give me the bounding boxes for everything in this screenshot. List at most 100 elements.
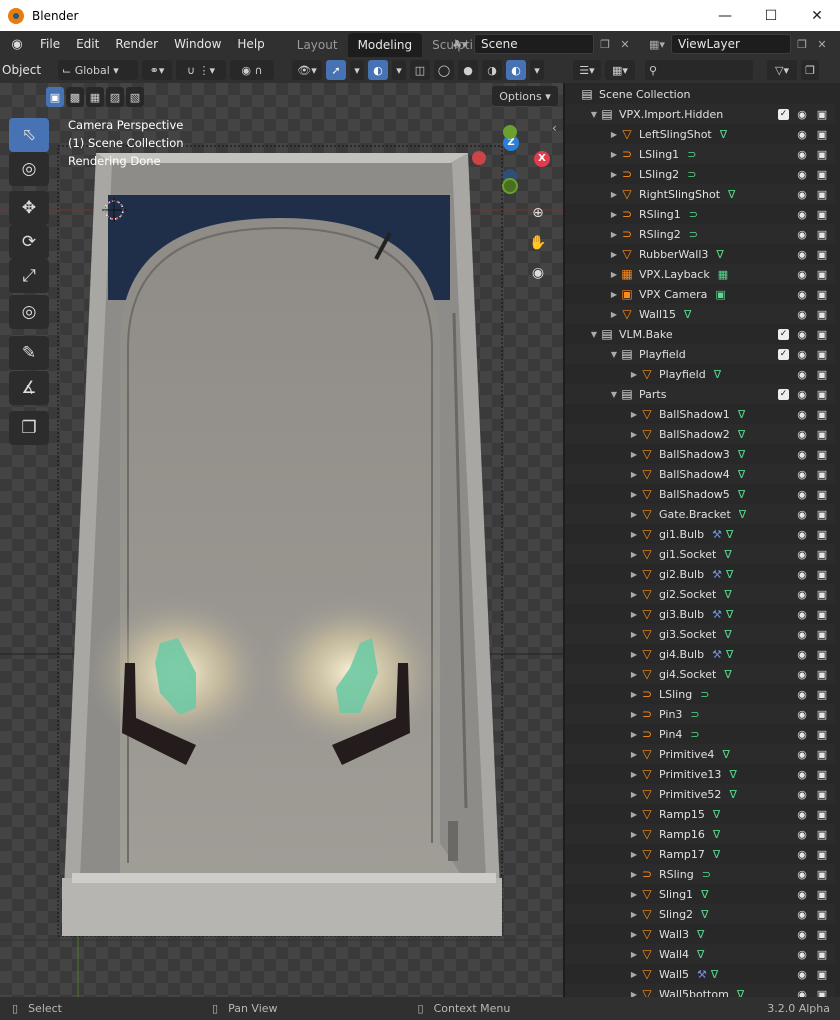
tab-modeling[interactable]: Modeling bbox=[347, 33, 423, 57]
visibility-eye-icon[interactable]: ◉ bbox=[795, 988, 809, 998]
visibility-eye-icon[interactable]: ◉ bbox=[795, 308, 809, 321]
solid-shading-icon[interactable]: ● bbox=[458, 60, 478, 80]
outliner-object-row[interactable]: ▶ ⊃ LSling ⊃ ◉ ▣ bbox=[565, 684, 835, 704]
expand-arrow-icon[interactable]: ▶ bbox=[609, 190, 619, 199]
curve-data-icon[interactable]: ⊃ bbox=[690, 708, 699, 721]
render-camera-icon[interactable]: ▣ bbox=[815, 448, 829, 461]
modifier-wrench-icon[interactable]: ⚒ bbox=[697, 968, 707, 981]
modifier-wrench-icon[interactable]: ⚒ bbox=[712, 528, 722, 541]
visibility-eye-icon[interactable]: ◉ bbox=[795, 328, 809, 341]
render-camera-icon[interactable]: ▣ bbox=[815, 748, 829, 761]
collapse-arrow-icon[interactable]: ▼ bbox=[589, 330, 599, 339]
zoom-icon[interactable]: ⊕ bbox=[526, 201, 550, 225]
viewlayer-selector-icon[interactable]: ▦▾ bbox=[645, 35, 669, 53]
visibility-eye-icon[interactable]: ◉ bbox=[795, 728, 809, 741]
render-camera-icon[interactable]: ▣ bbox=[815, 188, 829, 201]
visibility-eye-icon[interactable]: ◉ bbox=[795, 288, 809, 301]
visibility-eye-icon[interactable]: ◉ bbox=[795, 628, 809, 641]
menu-help[interactable]: Help bbox=[229, 37, 272, 51]
outliner-object-row[interactable]: ▶ ▽ BallShadow2 ∇ ◉ ▣ bbox=[565, 424, 835, 444]
move-tool-icon[interactable]: ✥ bbox=[9, 191, 49, 225]
outliner-object-row[interactable]: ▶ ⊃ RSling2 ⊃ ◉ ▣ bbox=[565, 224, 835, 244]
outliner-object-row[interactable]: ▶ ▽ Primitive52 ∇ ◉ ▣ bbox=[565, 784, 835, 804]
render-camera-icon[interactable]: ▣ bbox=[815, 368, 829, 381]
render-camera-icon[interactable]: ▣ bbox=[815, 108, 829, 121]
new-viewlayer-icon[interactable]: ❐ bbox=[793, 35, 811, 53]
outliner-object-row[interactable]: ▶ ▽ BallShadow5 ∇ ◉ ▣ bbox=[565, 484, 835, 504]
expand-arrow-icon[interactable]: ▶ bbox=[629, 650, 639, 659]
add-cube-tool-icon[interactable]: ❐ bbox=[9, 411, 49, 445]
render-camera-icon[interactable]: ▣ bbox=[815, 488, 829, 501]
pan-hand-icon[interactable]: ✋ bbox=[526, 231, 550, 255]
outliner-object-row[interactable]: ▶ ▽ Ramp15 ∇ ◉ ▣ bbox=[565, 804, 835, 824]
modifier-wrench-icon[interactable]: ⚒ bbox=[712, 608, 722, 621]
mesh-data-icon[interactable]: ∇ bbox=[738, 488, 745, 501]
curve-data-icon[interactable]: ⊃ bbox=[690, 728, 699, 741]
visibility-eye-icon[interactable]: ◉ bbox=[795, 668, 809, 681]
visibility-eye-icon[interactable]: ◉ bbox=[795, 228, 809, 241]
visibility-eye-icon[interactable]: ◉ bbox=[795, 688, 809, 701]
render-camera-icon[interactable]: ▣ bbox=[815, 908, 829, 921]
expand-arrow-icon[interactable]: ▶ bbox=[629, 550, 639, 559]
sidebar-toggle-icon[interactable]: ‹ bbox=[552, 121, 557, 135]
expand-arrow-icon[interactable]: ▶ bbox=[629, 450, 639, 459]
outliner-object-row[interactable]: ▶ ▽ Wall4 ∇ ◉ ▣ bbox=[565, 944, 835, 964]
visibility-icon[interactable]: 👁▾ bbox=[292, 60, 322, 80]
visibility-eye-icon[interactable]: ◉ bbox=[795, 908, 809, 921]
minimize-button[interactable]: — bbox=[702, 0, 748, 31]
cursor-tool-icon[interactable]: ◎ bbox=[9, 152, 49, 186]
filter-icon[interactable]: ▽▾ bbox=[767, 60, 797, 80]
expand-arrow-icon[interactable]: ▶ bbox=[629, 810, 639, 819]
outliner-object-row[interactable]: ▶ ⊃ Pin4 ⊃ ◉ ▣ bbox=[565, 724, 835, 744]
measure-tool-icon[interactable]: ∡ bbox=[9, 371, 49, 405]
menu-render[interactable]: Render bbox=[107, 37, 166, 51]
render-camera-icon[interactable]: ▣ bbox=[815, 288, 829, 301]
mesh-data-icon[interactable]: ∇ bbox=[728, 188, 735, 201]
curve-data-icon[interactable]: ⊃ bbox=[689, 228, 698, 241]
render-camera-icon[interactable]: ▣ bbox=[815, 728, 829, 741]
menu-edit[interactable]: Edit bbox=[68, 37, 107, 51]
render-camera-icon[interactable]: ▣ bbox=[815, 268, 829, 281]
render-camera-icon[interactable]: ▣ bbox=[815, 788, 829, 801]
visibility-eye-icon[interactable]: ◉ bbox=[795, 188, 809, 201]
visibility-eye-icon[interactable]: ◉ bbox=[795, 568, 809, 581]
scene-selector-icon[interactable]: ♣▾ bbox=[448, 35, 472, 53]
outliner-object-row[interactable]: ▶ ▽ gi2.Bulb ⚒ ∇ ◉ ▣ bbox=[565, 564, 835, 584]
expand-arrow-icon[interactable]: ▶ bbox=[629, 490, 639, 499]
visibility-eye-icon[interactable]: ◉ bbox=[795, 448, 809, 461]
mesh-data-icon[interactable]: ∇ bbox=[738, 408, 745, 421]
outliner-collection-row[interactable]: ▼ ▤ VPX.Import.Hidden ✓ ◉ ▣ bbox=[565, 104, 835, 124]
mesh-data-icon[interactable]: ∇ bbox=[738, 428, 745, 441]
render-camera-icon[interactable]: ▣ bbox=[815, 228, 829, 241]
mesh-data-icon[interactable]: ∇ bbox=[726, 608, 733, 621]
outliner-collection-row[interactable]: ▼ ▤ Playfield ✓ ◉ ▣ bbox=[565, 344, 835, 364]
visibility-eye-icon[interactable]: ◉ bbox=[795, 168, 809, 181]
camera-view-icon[interactable]: ◉ bbox=[526, 261, 550, 285]
render-camera-icon[interactable]: ▣ bbox=[815, 468, 829, 481]
render-camera-icon[interactable]: ▣ bbox=[815, 428, 829, 441]
outliner-object-row[interactable]: ▶ ▽ gi4.Socket ∇ ◉ ▣ bbox=[565, 664, 835, 684]
mesh-data-icon[interactable]: ∇ bbox=[729, 788, 736, 801]
neg-y-axis-icon[interactable] bbox=[502, 178, 518, 194]
mesh-data-icon[interactable]: ∇ bbox=[711, 968, 718, 981]
gizmo-toggle-icon[interactable]: ➚ bbox=[326, 60, 346, 80]
lattice-data-icon[interactable]: ▦ bbox=[718, 268, 728, 281]
expand-arrow-icon[interactable]: ▶ bbox=[609, 210, 619, 219]
visibility-eye-icon[interactable]: ◉ bbox=[795, 428, 809, 441]
mesh-data-icon[interactable]: ∇ bbox=[716, 248, 723, 261]
menu-file[interactable]: File bbox=[32, 37, 68, 51]
expand-arrow-icon[interactable]: ▶ bbox=[609, 310, 619, 319]
outliner-collection-row[interactable]: ▼ ▤ Parts ✓ ◉ ▣ bbox=[565, 384, 835, 404]
mesh-data-icon[interactable]: ∇ bbox=[724, 548, 731, 561]
render-camera-icon[interactable]: ▣ bbox=[815, 928, 829, 941]
mesh-data-icon[interactable]: ∇ bbox=[729, 768, 736, 781]
render-camera-icon[interactable]: ▣ bbox=[815, 828, 829, 841]
mesh-data-icon[interactable]: ∇ bbox=[713, 808, 720, 821]
outliner-object-row[interactable]: ▶ ▽ BallShadow4 ∇ ◉ ▣ bbox=[565, 464, 835, 484]
expand-arrow-icon[interactable]: ▶ bbox=[629, 610, 639, 619]
visibility-eye-icon[interactable]: ◉ bbox=[795, 968, 809, 981]
mesh-data-icon[interactable]: ∇ bbox=[697, 948, 704, 961]
visibility-eye-icon[interactable]: ◉ bbox=[795, 268, 809, 281]
expand-arrow-icon[interactable]: ▶ bbox=[629, 950, 639, 959]
outliner-object-row[interactable]: ▶ ⊃ Pin3 ⊃ ◉ ▣ bbox=[565, 704, 835, 724]
